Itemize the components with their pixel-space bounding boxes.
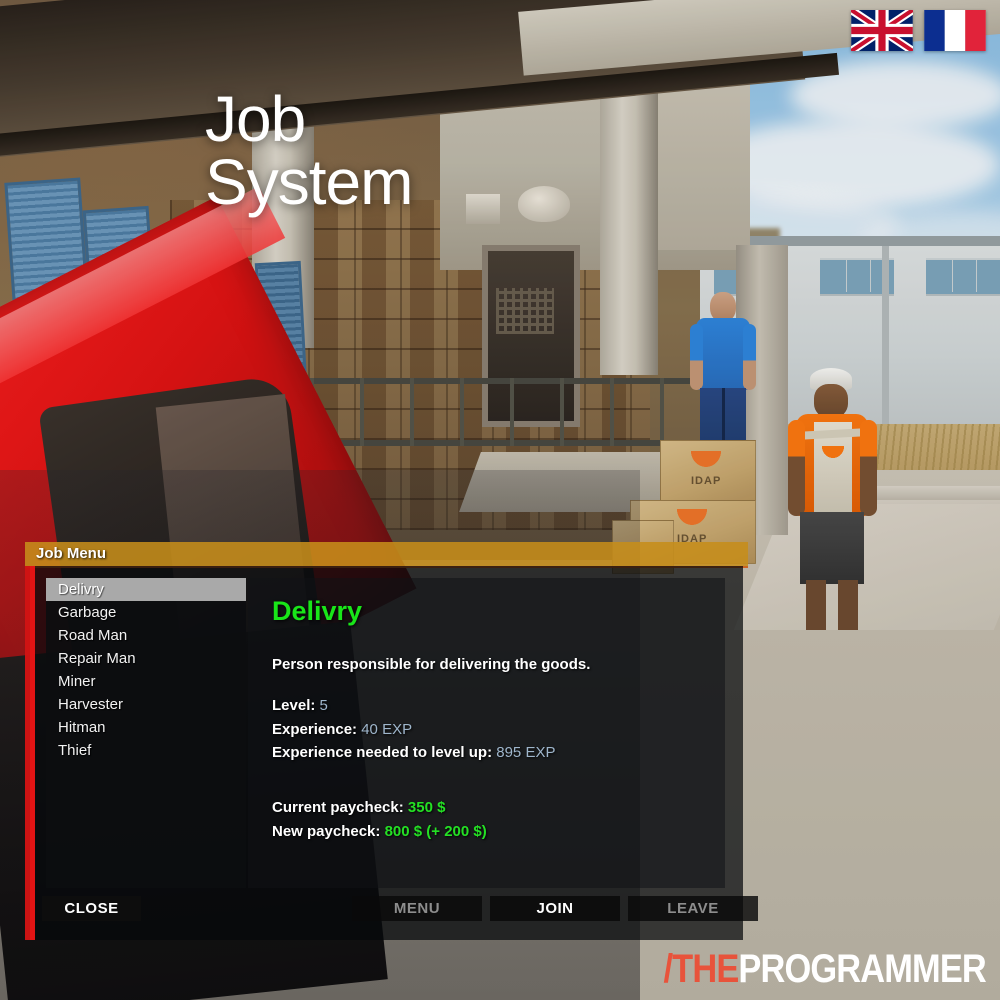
job-list-item-delivry[interactable]: Delivry — [46, 578, 246, 601]
stat-level-row: Level: 5 — [272, 694, 555, 718]
job-list-item-label: Road Man — [58, 627, 128, 644]
leave-button[interactable]: LEAVE — [628, 896, 758, 921]
stat-experience-needed-value: 895 EXP — [496, 744, 556, 761]
job-menu-button-bar: CLOSE MENU JOIN LEAVE — [30, 896, 758, 940]
job-list-item-label: Repair Man — [58, 650, 136, 667]
job-list-item-label: Miner — [58, 673, 96, 690]
window-accent-stripe — [30, 566, 35, 940]
current-paycheck-value: 350 $ — [407, 799, 446, 816]
job-list-item-label: Harvester — [58, 696, 124, 713]
current-paycheck-label: Current paycheck: — [272, 799, 404, 816]
page-title-line-2: System — [205, 145, 413, 218]
stat-experience-needed-row: Experience needed to level up: 895 EXP — [272, 741, 555, 765]
join-button[interactable]: JOIN — [490, 896, 620, 921]
job-list-item-thief[interactable]: Thief — [46, 739, 246, 762]
close-button[interactable]: CLOSE — [42, 896, 141, 921]
stat-experience-label: Experience: — [272, 720, 358, 738]
stat-level-value: 5 — [319, 697, 328, 714]
new-paycheck-value: 800 $ (+ 200 $) — [384, 822, 487, 840]
job-detail-paychecks: Current paycheck: 350 $ New paycheck: 80… — [272, 796, 487, 843]
job-list-item-label: Hitman — [58, 719, 106, 736]
job-list-item-label: Thief — [58, 742, 92, 759]
job-list-item-harvester[interactable]: Harvester — [46, 693, 246, 716]
stat-level-label: Level: — [272, 697, 316, 714]
job-detail-title: Delivry — [272, 596, 363, 626]
job-list-item-garbage[interactable]: Garbage — [46, 601, 246, 624]
job-list[interactable]: Delivry Garbage Road Man Repair Man Mine… — [46, 578, 246, 888]
page-title-line-1: Job — [205, 83, 306, 155]
job-list-item-label: Garbage — [58, 604, 117, 621]
job-menu-window: Job Menu Delivry Garbage Road Man Repair… — [25, 542, 758, 942]
new-paycheck-row: New paycheck: 800 $ (+ 200 $) — [272, 820, 487, 844]
job-list-item-road-man[interactable]: Road Man — [46, 624, 246, 647]
job-detail-description: Person responsible for delivering the go… — [272, 656, 591, 673]
job-list-item-hitman[interactable]: Hitman — [46, 716, 246, 739]
job-detail-panel: Delivry Person responsible for deliverin… — [248, 578, 725, 888]
language-selector — [851, 10, 986, 51]
united-kingdom-flag-icon[interactable] — [851, 10, 913, 51]
stat-experience-row: Experience: 40 EXP — [272, 718, 555, 742]
job-list-item-label: Delivry — [58, 581, 104, 598]
job-menu-title: Job Menu — [36, 545, 106, 562]
current-paycheck-row: Current paycheck: 350 $ — [272, 796, 487, 820]
job-detail-stats: Level: 5 Experience: 40 EXP Experience n… — [272, 694, 555, 765]
game-screenshot: IDAP IDAP Job System Job Menu Delivry Ga… — [0, 0, 1000, 1000]
stat-experience-value: 40 EXP — [361, 720, 413, 738]
stat-experience-needed-label: Experience needed to level up: — [272, 744, 493, 761]
job-menu-titlebar: Job Menu — [25, 542, 748, 568]
job-list-item-miner[interactable]: Miner — [46, 670, 246, 693]
watermark: /THEPROGRAMMER — [663, 947, 987, 992]
new-paycheck-label: New paycheck: — [272, 822, 381, 840]
watermark-accent: /THE — [663, 947, 740, 991]
watermark-main: PROGRAMMER — [738, 947, 987, 991]
job-menu-body: Delivry Garbage Road Man Repair Man Mine… — [25, 566, 758, 940]
job-list-item-repair-man[interactable]: Repair Man — [46, 647, 246, 670]
menu-button[interactable]: MENU — [352, 896, 482, 921]
page-title: Job System — [205, 87, 413, 218]
france-flag-icon[interactable] — [924, 10, 986, 51]
